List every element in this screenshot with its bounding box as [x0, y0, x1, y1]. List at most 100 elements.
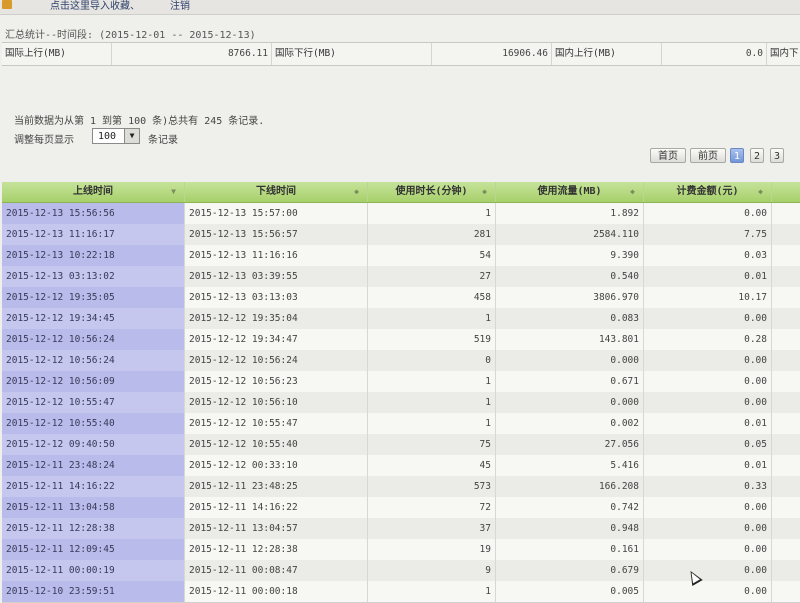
table-header: 上线时间 ▼ 下线时间 ◆ 使用时长(分钟) ◆ 使用流量(MB) ◆ 计费金额…	[2, 182, 800, 203]
table-row[interactable]: 2015-12-11 14:16:22 2015-12-11 23:48:25 57…	[2, 476, 800, 498]
table-row[interactable]: 2015-12-12 10:56:09 2015-12-12 10:56:23 1 0…	[2, 371, 800, 393]
cell-offline-time: 2015-12-12 10:56:24	[185, 350, 368, 371]
cell-extra	[772, 287, 800, 308]
table-row[interactable]: 2015-12-12 10:56:24 2015-12-12 10:56:24 0 0…	[2, 350, 800, 372]
cell-charge: 0.00	[644, 560, 772, 581]
cell-extra	[772, 329, 800, 350]
top-bar: 点击这里导入收藏、 注销	[0, 0, 800, 15]
summary-title: 汇总统计--时间段: (2015-12-01 -- 2015-12-13)	[5, 30, 256, 41]
table-row[interactable]: 2015-12-11 12:09:45 2015-12-11 12:28:38 19…	[2, 539, 800, 561]
table-row[interactable]: 2015-12-11 23:48:24 2015-12-12 00:33:10 45…	[2, 455, 800, 477]
table-row[interactable]: 2015-12-12 10:55:40 2015-12-12 10:55:47 1 0…	[2, 413, 800, 435]
import-favorites-link[interactable]: 点击这里导入收藏、	[50, 0, 140, 12]
intl-up-value: 8766.11	[112, 43, 272, 65]
cell-duration: 45	[368, 455, 496, 476]
cell-duration: 1	[368, 581, 496, 602]
cell-charge: 0.00	[644, 539, 772, 560]
cell-online-time: 2015-12-12 10:56:24	[2, 350, 185, 371]
cell-charge: 0.00	[644, 581, 772, 602]
cell-online-time: 2015-12-12 19:35:05	[2, 287, 185, 308]
cell-extra	[772, 455, 800, 476]
cell-charge: 0.01	[644, 413, 772, 434]
cell-extra	[772, 371, 800, 392]
cell-offline-time: 2015-12-13 15:56:57	[185, 224, 368, 245]
table-row[interactable]: 2015-12-13 10:22:18 2015-12-13 11:16:16 54…	[2, 245, 800, 267]
cell-offline-time: 2015-12-13 03:39:55	[185, 266, 368, 287]
page-2-button[interactable]: 2	[750, 148, 764, 163]
sort-icon[interactable]: ◆	[758, 182, 763, 202]
table-row[interactable]: 2015-12-12 19:35:05 2015-12-13 03:13:03 45…	[2, 287, 800, 309]
cell-duration: 9	[368, 560, 496, 581]
table-row[interactable]: 2015-12-13 15:56:56 2015-12-13 15:57:00 1 1…	[2, 203, 800, 225]
table-row[interactable]: 2015-12-12 10:56:24 2015-12-12 19:34:47 51…	[2, 329, 800, 351]
page-1-button[interactable]: 1	[730, 148, 744, 163]
sort-icon[interactable]: ◆	[354, 182, 359, 202]
cell-online-time: 2015-12-11 12:28:38	[2, 518, 185, 539]
table-row[interactable]: 2015-12-13 11:16:17 2015-12-13 15:56:57 28…	[2, 224, 800, 246]
col-charge[interactable]: 计费金额(元) ◆	[644, 182, 772, 202]
page-size-value: 100	[98, 131, 117, 142]
cell-extra	[772, 392, 800, 413]
col-charge-label: 计费金额(元)	[676, 186, 739, 197]
prev-page-button[interactable]: 前页	[690, 148, 726, 163]
table-row[interactable]: 2015-12-11 13:04:58 2015-12-11 14:16:22 72…	[2, 497, 800, 519]
table-row[interactable]: 2015-12-11 12:28:38 2015-12-11 13:04:57 37…	[2, 518, 800, 540]
page-3-button[interactable]: 3	[770, 148, 784, 163]
col-duration-label: 使用时长(分钟)	[395, 186, 468, 197]
cell-online-time: 2015-12-11 00:00:19	[2, 560, 185, 581]
cell-online-time: 2015-12-11 12:09:45	[2, 539, 185, 560]
cell-duration: 72	[368, 497, 496, 518]
cell-extra	[772, 350, 800, 371]
cell-offline-time: 2015-12-11 23:48:25	[185, 476, 368, 497]
summary-box: 国际上行(MB) 8766.11 国际下行(MB) 16906.46 国内上行(…	[2, 42, 800, 66]
first-page-button[interactable]: 首页	[650, 148, 686, 163]
table-row[interactable]: 2015-12-12 09:40:50 2015-12-12 10:55:40 75…	[2, 434, 800, 456]
col-traffic-label: 使用流量(MB)	[537, 186, 602, 197]
table-row[interactable]: 2015-12-12 10:55:47 2015-12-12 10:56:10 1 0…	[2, 392, 800, 414]
cell-traffic: 0.000	[496, 392, 644, 413]
cell-online-time: 2015-12-10 23:59:51	[2, 581, 185, 602]
cell-charge: 0.00	[644, 350, 772, 371]
home-icon	[2, 0, 12, 9]
sort-icon[interactable]: ▼	[171, 182, 176, 202]
cell-online-time: 2015-12-13 15:56:56	[2, 203, 185, 224]
cell-online-time: 2015-12-13 10:22:18	[2, 245, 185, 266]
table-row[interactable]: 2015-12-12 19:34:45 2015-12-12 19:35:04 1 0…	[2, 308, 800, 330]
table-row[interactable]: 2015-12-11 00:00:19 2015-12-11 00:08:47 9 0…	[2, 560, 800, 582]
cell-traffic: 0.948	[496, 518, 644, 539]
col-online-time[interactable]: 上线时间 ▼	[2, 182, 185, 202]
cell-offline-time: 2015-12-12 00:33:10	[185, 455, 368, 476]
cell-extra	[772, 476, 800, 497]
cell-duration: 37	[368, 518, 496, 539]
cell-extra	[772, 308, 800, 329]
col-traffic[interactable]: 使用流量(MB) ◆	[496, 182, 644, 202]
page-size-label: 调整每页显示	[14, 135, 74, 146]
cell-duration: 519	[368, 329, 496, 350]
col-offline-time[interactable]: 下线时间 ◆	[185, 182, 368, 202]
cell-traffic: 27.056	[496, 434, 644, 455]
cell-traffic: 0.083	[496, 308, 644, 329]
cell-extra	[772, 224, 800, 245]
cell-duration: 573	[368, 476, 496, 497]
cell-traffic: 2584.110	[496, 224, 644, 245]
page-size-suffix: 条记录	[148, 135, 178, 146]
cell-charge: 0.00	[644, 371, 772, 392]
chevron-down-icon[interactable]: ▼	[124, 129, 139, 143]
cell-charge: 0.00	[644, 518, 772, 539]
cell-online-time: 2015-12-12 09:40:50	[2, 434, 185, 455]
cell-extra	[772, 266, 800, 287]
sort-icon[interactable]: ◆	[482, 182, 487, 202]
logout-link[interactable]: 注销	[170, 0, 190, 12]
cell-offline-time: 2015-12-11 12:28:38	[185, 539, 368, 560]
col-duration[interactable]: 使用时长(分钟) ◆	[368, 182, 496, 202]
cell-online-time: 2015-12-13 11:16:17	[2, 224, 185, 245]
cell-duration: 1	[368, 203, 496, 224]
cell-traffic: 0.002	[496, 413, 644, 434]
cell-charge: 0.00	[644, 497, 772, 518]
cell-offline-time: 2015-12-13 11:16:16	[185, 245, 368, 266]
page-size-select[interactable]: 100 ▼	[92, 128, 140, 144]
cell-traffic: 143.801	[496, 329, 644, 350]
table-row[interactable]: 2015-12-13 03:13:02 2015-12-13 03:39:55 27…	[2, 266, 800, 288]
sort-icon[interactable]: ◆	[630, 182, 635, 202]
cell-charge: 0.03	[644, 245, 772, 266]
